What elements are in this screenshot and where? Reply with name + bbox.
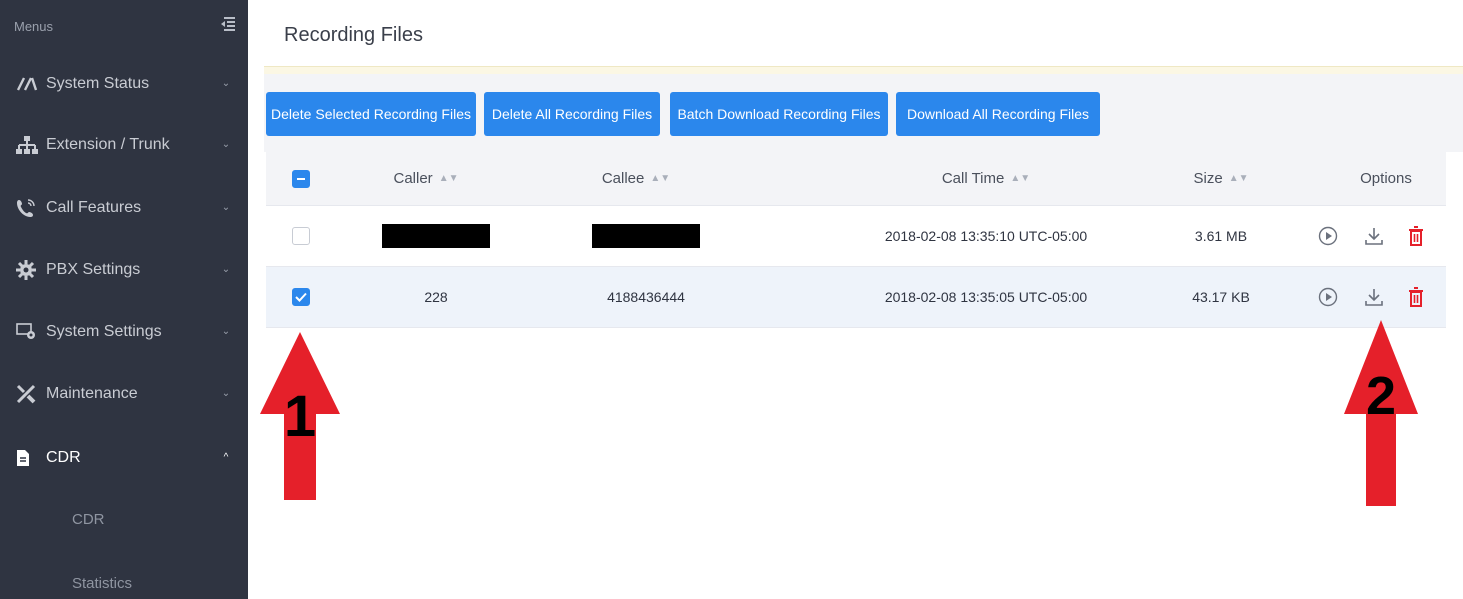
gauge-icon xyxy=(16,76,46,92)
row-checkbox[interactable] xyxy=(292,227,310,245)
sidebar-item-maintenance[interactable]: Maintenance ⌄ xyxy=(0,362,248,425)
batch-download-recording-files-button[interactable]: Batch Download Recording Files xyxy=(670,92,888,136)
sidebar-item-pbx-settings[interactable]: PBX Settings ⌄ xyxy=(0,238,248,301)
settings-window-icon xyxy=(16,322,46,341)
sidebar-item-cdr[interactable]: CDR ^ xyxy=(0,426,248,489)
play-icon[interactable] xyxy=(1318,267,1338,327)
redacted-block xyxy=(592,224,700,248)
table-header: Caller ▲▼ Callee ▲▼ Call Time ▲▼ Size ▲▼ Opt… xyxy=(266,152,1446,206)
gear-icon xyxy=(16,259,46,280)
sidebar-header: Menus xyxy=(0,0,248,52)
sidebar-item-call-features[interactable]: Call Features ⌄ xyxy=(0,176,248,239)
menus-label: Menus xyxy=(14,18,54,34)
call-time-column-header[interactable]: Call Time ▲▼ xyxy=(866,152,1106,205)
download-icon[interactable] xyxy=(1364,206,1384,266)
chevron-down-icon: ⌄ xyxy=(221,388,231,399)
column-label: Caller xyxy=(393,170,433,187)
callee-cell xyxy=(566,206,726,266)
sidebar-item-system-status[interactable]: System Status ⌄ xyxy=(0,52,248,115)
delete-all-recording-files-button[interactable]: Delete All Recording Files xyxy=(484,92,660,136)
sort-icon: ▲▼ xyxy=(1010,173,1031,184)
phone-icon xyxy=(16,198,46,218)
sidebar-item-label: Extension / Trunk xyxy=(46,135,170,153)
redacted-block xyxy=(382,224,490,248)
annotation-label: 2 xyxy=(1366,366,1396,426)
column-label: Options xyxy=(1360,170,1412,187)
play-icon[interactable] xyxy=(1318,206,1338,266)
sort-icon: ▲▼ xyxy=(438,173,459,184)
size-cell: 3.61 MB xyxy=(1194,228,1248,244)
sidebar-subitem-cdr[interactable]: CDR xyxy=(0,488,248,551)
annotation-arrow-1: 1 xyxy=(258,330,342,507)
collapse-menu-icon[interactable] xyxy=(220,16,236,36)
column-label: Size xyxy=(1193,170,1223,187)
sidebar-item-label: CDR xyxy=(46,448,81,466)
sidebar: Menus System Status ⌄ Extension / Trunk … xyxy=(0,0,248,599)
size-cell: 43.17 KB xyxy=(1192,289,1250,305)
chevron-down-icon: ⌄ xyxy=(221,78,231,89)
row-checkbox[interactable] xyxy=(292,288,310,306)
sidebar-subitem-statistics[interactable]: Statistics xyxy=(0,552,248,599)
sidebar-subitem-label: CDR xyxy=(72,511,105,528)
column-label: Call Time xyxy=(941,170,1005,187)
size-column-header[interactable]: Size ▲▼ xyxy=(1166,152,1276,205)
chevron-down-icon: ⌄ xyxy=(221,326,231,337)
network-icon xyxy=(16,135,46,154)
sidebar-item-label: PBX Settings xyxy=(46,260,141,278)
download-all-recording-files-button[interactable]: Download All Recording Files xyxy=(896,92,1100,136)
wrench-icon xyxy=(16,384,46,404)
sidebar-item-label: System Settings xyxy=(46,322,162,340)
page-title: Recording Files xyxy=(284,24,423,46)
annotation-arrow-2: 2 xyxy=(1342,318,1420,513)
title-divider xyxy=(264,66,1463,74)
caller-column-header[interactable]: Caller ▲▼ xyxy=(356,152,496,205)
table-row: 228 4188436444 2018-02-08 13:35:05 UTC-0… xyxy=(266,267,1446,328)
sidebar-subitem-label: Statistics xyxy=(72,575,133,592)
delete-selected-recording-files-button[interactable]: Delete Selected Recording Files xyxy=(266,92,476,136)
sort-icon: ▲▼ xyxy=(1228,173,1249,184)
sidebar-item-system-settings[interactable]: System Settings ⌄ xyxy=(0,300,248,363)
chevron-down-icon: ⌄ xyxy=(221,264,231,275)
sidebar-item-label: Maintenance xyxy=(46,384,138,402)
chevron-down-icon: ⌄ xyxy=(221,139,231,150)
column-label: Callee xyxy=(601,170,645,187)
chevron-down-icon: ⌄ xyxy=(221,202,231,213)
sidebar-item-label: System Status xyxy=(46,74,150,92)
table-row: 2018-02-08 13:35:10 UTC-05:00 3.61 MB xyxy=(266,206,1446,267)
chevron-up-icon: ^ xyxy=(223,452,229,463)
call-time-cell: 2018-02-08 13:35:05 UTC-05:00 xyxy=(884,289,1088,305)
sidebar-item-extension-trunk[interactable]: Extension / Trunk ⌄ xyxy=(0,113,248,176)
document-icon xyxy=(16,449,46,467)
sidebar-item-label: Call Features xyxy=(46,198,142,216)
delete-icon[interactable] xyxy=(1408,206,1424,266)
callee-column-header[interactable]: Callee ▲▼ xyxy=(556,152,716,205)
options-column-header: Options xyxy=(1336,152,1436,205)
sort-icon: ▲▼ xyxy=(650,173,671,184)
annotation-label: 1 xyxy=(284,384,316,449)
caller-cell xyxy=(366,206,506,266)
call-time-cell: 2018-02-08 13:35:10 UTC-05:00 xyxy=(884,228,1088,244)
main-content: Recording Files Delete Selected Recordin… xyxy=(248,0,1463,599)
select-all-checkbox[interactable] xyxy=(292,169,310,188)
callee-cell: 4188436444 xyxy=(607,289,685,305)
caller-cell: 228 xyxy=(424,289,448,305)
